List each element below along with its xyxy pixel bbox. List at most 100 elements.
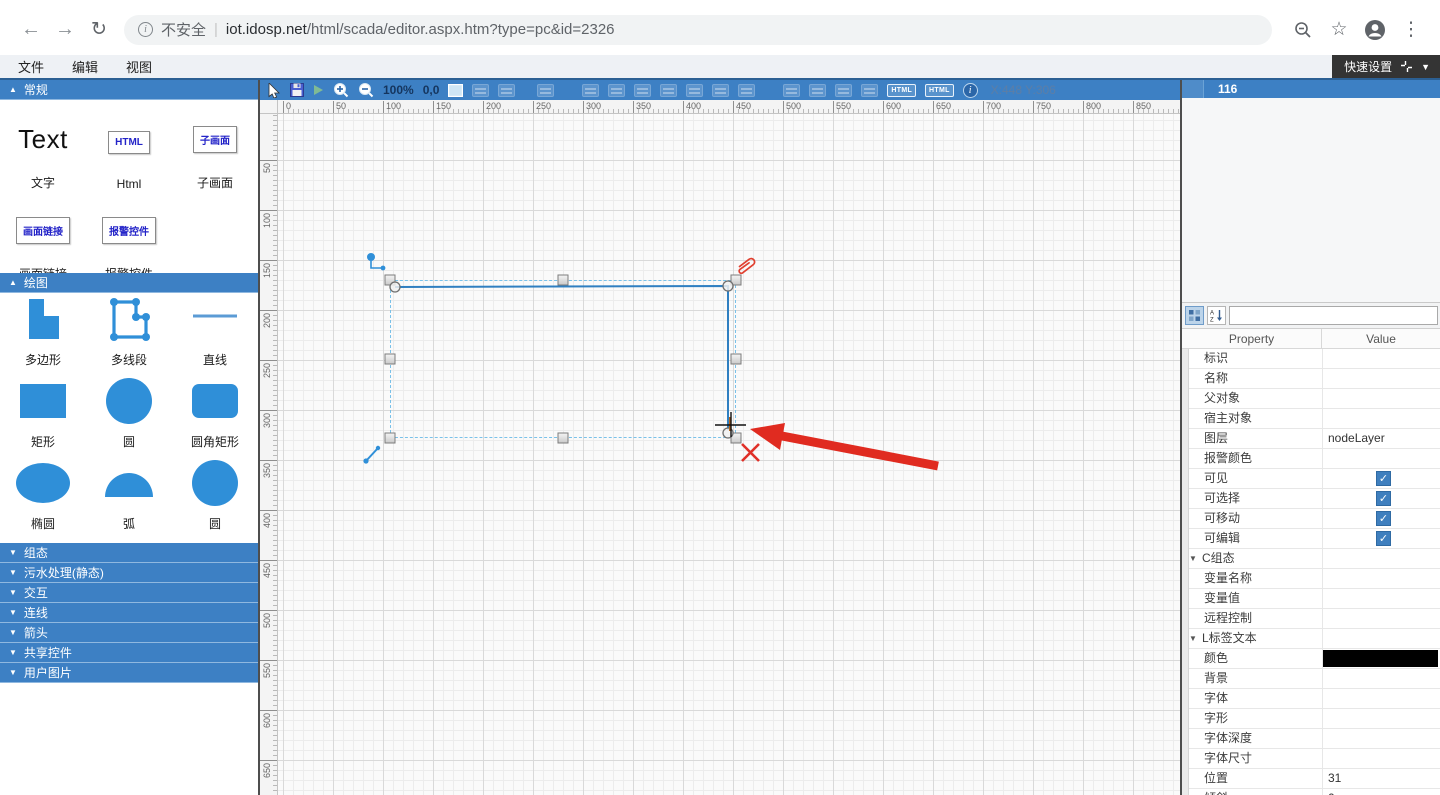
h-ruler-tick: 400: [683, 101, 701, 113]
disabled-arrange-tool-icon: [861, 83, 879, 97]
property-row[interactable]: 字体尺寸: [1182, 749, 1440, 769]
disabled-arrange-tool-icon: [660, 83, 678, 97]
property-row[interactable]: 远程控制: [1182, 609, 1440, 629]
tool-subscreen-tool[interactable]: 子画面 子画面: [172, 108, 258, 199]
section-header-8[interactable]: ▼ 用户图片: [0, 663, 258, 683]
property-row[interactable]: 倾斜0: [1182, 789, 1440, 795]
browser-menu-kebab-icon[interactable]: ⋮: [1396, 15, 1426, 45]
property-row[interactable]: 标识: [1182, 349, 1440, 369]
page-info-icon[interactable]: i: [138, 22, 153, 37]
tool-polygon-tool-0[interactable]: 多边形: [0, 297, 86, 376]
reload-icon[interactable]: ↻: [82, 13, 116, 47]
section-header-7[interactable]: ▼ 共享控件: [0, 643, 258, 663]
section-header-5[interactable]: ▼ 连线: [0, 603, 258, 623]
address-bar[interactable]: i 不安全 | iot.idosp.net /html/scada/editor…: [124, 14, 1272, 45]
design-canvas[interactable]: [278, 114, 1180, 795]
zoom-out-icon[interactable]: [358, 82, 374, 98]
canvas-settings-icon[interactable]: [448, 83, 464, 97]
property-row[interactable]: 可编辑 ✓: [1182, 529, 1440, 549]
forward-icon[interactable]: →: [48, 13, 82, 47]
section-header-2[interactable]: ▼ 组态: [0, 543, 258, 563]
quick-settings-button[interactable]: 快速设置 ▼: [1332, 55, 1440, 78]
group-collapse-icon[interactable]: ▼: [1189, 549, 1197, 568]
collapse-triangle-icon: ▲: [9, 277, 17, 287]
screen-title-bar[interactable]: 116: [1182, 80, 1440, 98]
property-row[interactable]: 背景: [1182, 669, 1440, 689]
property-checkbox[interactable]: ✓: [1376, 511, 1391, 526]
zoom-out-page-icon[interactable]: [1288, 15, 1318, 45]
group-collapse-icon[interactable]: ▼: [1189, 629, 1197, 648]
property-row[interactable]: 父对象: [1182, 389, 1440, 409]
browser-toolbar: ← → ↻ i 不安全 | iot.idosp.net /html/scada/…: [0, 0, 1440, 55]
menu-item-view[interactable]: 视图: [112, 55, 166, 78]
property-checkbox[interactable]: ✓: [1376, 491, 1391, 506]
section-header-0[interactable]: ▲ 常规: [0, 80, 258, 100]
tool-circle-tool-8[interactable]: 圆: [172, 459, 258, 540]
property-checkbox[interactable]: ✓: [1376, 471, 1391, 486]
h-ruler-tick: 600: [883, 101, 901, 113]
property-row[interactable]: 位置 31: [1182, 769, 1440, 789]
tool-circle-tool-4[interactable]: 圆: [86, 377, 172, 458]
section-header-4[interactable]: ▼ 交互: [0, 583, 258, 603]
tool-text-tool[interactable]: Text 文字: [0, 108, 86, 199]
section-header-6[interactable]: ▼ 箭头: [0, 623, 258, 643]
property-row[interactable]: 图层 nodeLayer: [1182, 429, 1440, 449]
v-ruler-tick: 200: [260, 310, 277, 328]
v-ruler-tick: 650: [260, 760, 277, 778]
property-value[interactable]: 0: [1328, 789, 1438, 795]
html-preview-icon[interactable]: HTML: [925, 83, 954, 97]
disabled-arrange-tool-icon: [537, 83, 555, 97]
property-value[interactable]: 31: [1328, 769, 1438, 788]
property-row[interactable]: 报警颜色: [1182, 449, 1440, 469]
property-row[interactable]: 宿主对象: [1182, 409, 1440, 429]
bookmark-star-icon[interactable]: ☆: [1324, 15, 1354, 45]
tool-arc-tool-7[interactable]: 弧: [86, 461, 172, 540]
polyline-tool-glyph: [367, 253, 386, 271]
property-row[interactable]: 变量值: [1182, 589, 1440, 609]
color-swatch[interactable]: [1323, 650, 1438, 667]
property-row[interactable]: 变量名称: [1182, 569, 1440, 589]
property-value[interactable]: nodeLayer: [1328, 429, 1438, 448]
property-group-row[interactable]: ▼ C组态: [1182, 549, 1440, 569]
url-divider: |: [214, 21, 218, 38]
sort-az-icon[interactable]: AZ: [1207, 306, 1226, 325]
property-group-row[interactable]: ▼ L标签文本: [1182, 629, 1440, 649]
tool-html-tool[interactable]: HTML Html: [86, 108, 172, 199]
menu-item-edit[interactable]: 编辑: [58, 55, 112, 78]
select-cursor-icon[interactable]: [268, 82, 281, 98]
property-checkbox[interactable]: ✓: [1376, 531, 1391, 546]
tool-line-tool-2[interactable]: 直线: [172, 297, 258, 376]
tool-rect-tool-3[interactable]: 矩形: [0, 379, 86, 458]
polygon-tool-icon: [23, 296, 63, 347]
categorized-view-icon[interactable]: [1185, 306, 1204, 325]
property-row[interactable]: 字体: [1182, 689, 1440, 709]
tool-polyline-tool-1[interactable]: 多线段: [86, 297, 172, 376]
tool-rounded-rect-tool-5[interactable]: 圆角矩形: [172, 379, 258, 458]
html-export-icon[interactable]: HTML: [887, 83, 917, 97]
zoom-in-icon[interactable]: [333, 82, 349, 98]
property-filter-input[interactable]: [1229, 306, 1438, 325]
screen-link-tool-icon: 画面链接: [16, 216, 70, 244]
section-header-3[interactable]: ▼ 污水处理(静态): [0, 563, 258, 583]
property-row[interactable]: 字体深度: [1182, 729, 1440, 749]
disabled-arrange-tool-icon: [498, 83, 516, 97]
save-icon[interactable]: [290, 83, 304, 97]
property-row[interactable]: 名称: [1182, 369, 1440, 389]
back-icon[interactable]: ←: [14, 13, 48, 47]
v-ruler-tick: 450: [260, 560, 277, 578]
property-row[interactable]: 可移动 ✓: [1182, 509, 1440, 529]
property-grid-header: Property Value: [1182, 329, 1440, 349]
h-ruler-tick: 250: [533, 101, 551, 113]
property-row[interactable]: 字形: [1182, 709, 1440, 729]
property-row[interactable]: 颜色: [1182, 649, 1440, 669]
property-row[interactable]: 可见 ✓: [1182, 469, 1440, 489]
run-icon[interactable]: [313, 84, 324, 96]
info-icon[interactable]: i: [962, 82, 978, 98]
profile-avatar-icon[interactable]: [1360, 15, 1390, 45]
tool-ellipse-tool-6[interactable]: 椭圆: [0, 461, 86, 540]
disabled-arrange-tool-icon: [582, 83, 600, 97]
property-row[interactable]: 可选择 ✓: [1182, 489, 1440, 509]
expand-triangle-icon: ▼: [9, 547, 17, 557]
menu-item-file[interactable]: 文件: [0, 55, 58, 78]
section-header-1[interactable]: ▲ 绘图: [0, 273, 258, 293]
